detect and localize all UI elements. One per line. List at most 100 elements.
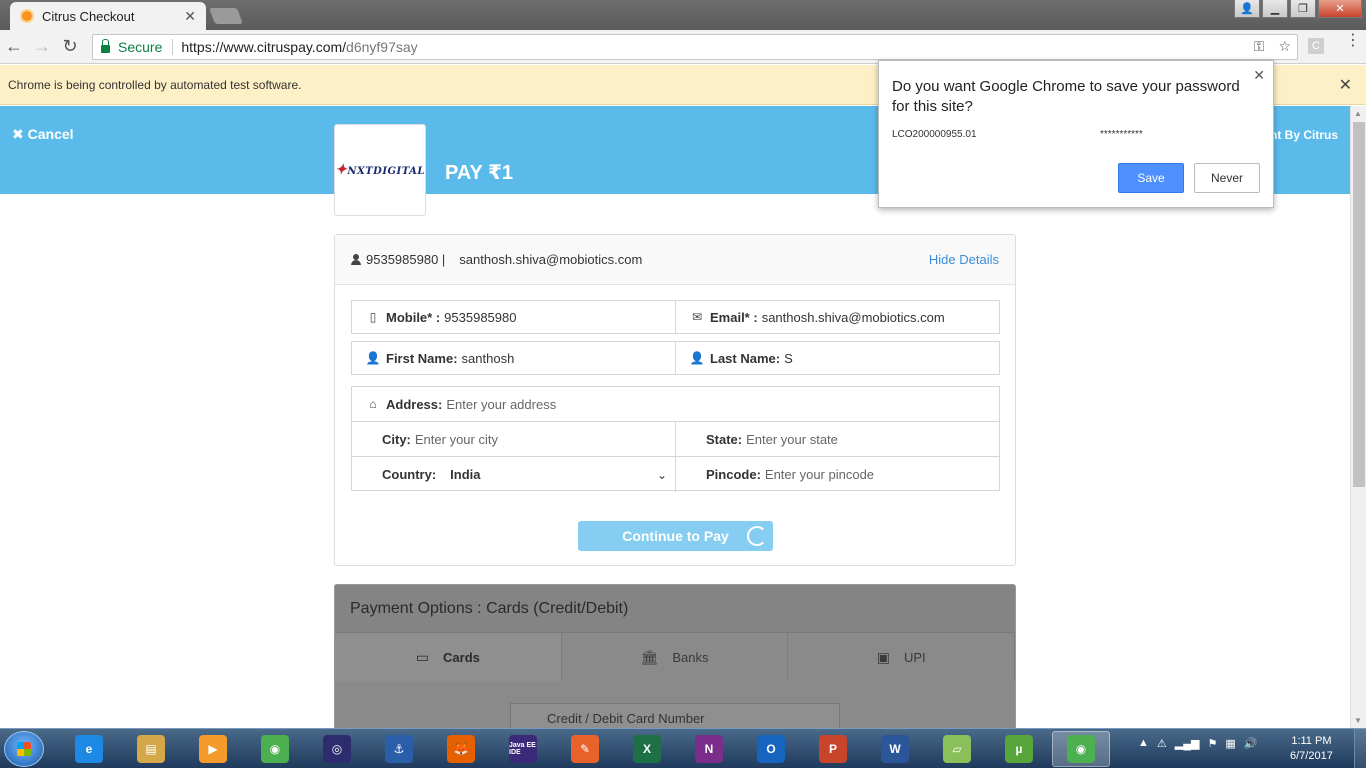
taskbar-app-icon[interactable]: ▱ xyxy=(928,731,986,767)
antivirus-icon[interactable]: ⚠ xyxy=(1157,737,1167,750)
taskbar-app-icon[interactable]: ✎ xyxy=(556,731,614,767)
signal-icon[interactable]: ▂▄▆ xyxy=(1175,737,1200,750)
pincode-field[interactable]: Pincode: Enter your pincode xyxy=(675,457,999,492)
secure-label: Secure xyxy=(118,39,163,55)
scroll-up-icon[interactable]: ▲ xyxy=(1354,109,1362,118)
page-scrollbar[interactable]: ▲ ▼ xyxy=(1350,106,1366,728)
user-icon: 👤 xyxy=(689,351,705,365)
taskbar-app-icon[interactable]: P xyxy=(804,731,862,767)
close-window-button[interactable]: ✕ xyxy=(1318,0,1362,18)
city-field[interactable]: City: Enter your city xyxy=(352,422,675,456)
hide-details-link[interactable]: Hide Details xyxy=(929,252,999,267)
email-value: santhosh.shiva@mobiotics.com xyxy=(761,309,945,325)
taskbar-app-glyph: ✎ xyxy=(571,735,599,763)
back-icon[interactable]: ← xyxy=(0,36,28,57)
upi-icon: ▣ xyxy=(876,648,890,665)
country-select[interactable]: Country: India ⌄ xyxy=(352,457,675,492)
continue-to-pay-button[interactable]: Continue to Pay xyxy=(578,521,773,551)
logo-text: ✦NXTDIGITAL xyxy=(335,162,425,178)
infobar-close-icon[interactable]: ✕ xyxy=(1339,75,1352,95)
taskbar-app-icon[interactable]: ◉ xyxy=(246,731,304,767)
logo-brand: NXTDIGITAL xyxy=(347,166,425,177)
email-field[interactable]: ✉ Email* : santhosh.shiva@mobiotics.com xyxy=(675,301,999,333)
payment-options-header: Payment Options : Cards (Credit/Debit) xyxy=(335,585,1015,633)
taskbar-app-icon[interactable]: W xyxy=(866,731,924,767)
card-number-placeholder: Credit / Debit Card Number xyxy=(547,710,705,726)
clock-time: 1:11 PM xyxy=(1291,735,1332,747)
bookmark-star-icon[interactable]: ☆ xyxy=(1278,38,1291,55)
save-password-question: Do you want Google Chrome to save your p… xyxy=(892,78,1240,115)
taskbar-app-icon[interactable]: Java EE IDE xyxy=(494,731,552,767)
taskbar-app-icon[interactable]: 🦊 xyxy=(432,731,490,767)
browser-tab[interactable]: Citrus Checkout ✕ xyxy=(10,2,206,30)
network-icon[interactable]: ▦ xyxy=(1225,737,1235,750)
state-field[interactable]: State: Enter your state xyxy=(675,422,999,456)
flag-icon[interactable]: ⚑ xyxy=(1207,737,1217,750)
scroll-down-icon[interactable]: ▼ xyxy=(1354,716,1362,725)
reload-icon[interactable]: ↻ xyxy=(56,36,84,57)
lock-icon xyxy=(101,39,110,53)
chevron-down-icon: ⌄ xyxy=(656,467,667,482)
minimize-button[interactable]: ▁ xyxy=(1262,0,1288,18)
address-block: ⌂ Address: Enter your address City: Ente… xyxy=(351,386,1000,492)
tab-cards[interactable]: ▭ Cards xyxy=(335,633,562,681)
tab-close-icon[interactable]: ✕ xyxy=(184,8,196,25)
card-number-input[interactable]: Credit / Debit Card Number xyxy=(510,703,840,728)
save-button[interactable]: Save xyxy=(1118,163,1184,193)
first-name-field[interactable]: 👤 First Name: santhosh xyxy=(352,342,675,374)
tab-cards-label: Cards xyxy=(443,649,480,665)
home-icon: ⌂ xyxy=(369,397,377,411)
email-head: santhosh.shiva@mobiotics.com xyxy=(459,252,643,267)
tab-upi[interactable]: ▣ UPI xyxy=(788,633,1016,681)
taskbar-app-icon[interactable]: X xyxy=(618,731,676,767)
new-tab-button[interactable] xyxy=(209,8,243,24)
country-pincode-row: Country: India ⌄ Pincode: Enter your pin… xyxy=(352,457,999,492)
never-button[interactable]: Never xyxy=(1194,163,1260,193)
taskbar-app-icon[interactable]: O xyxy=(742,731,800,767)
system-tray: ▲ ⚠ ▂▄▆ ⚑ ▦ 🔊 xyxy=(1138,737,1257,750)
maximize-button[interactable]: ❐ xyxy=(1290,0,1316,18)
mobile-icon: ▯ xyxy=(369,310,377,324)
close-icon[interactable]: ✕ xyxy=(1253,67,1265,84)
address-field[interactable]: ⌂ Address: Enter your address xyxy=(352,387,999,421)
taskbar-app-icon[interactable]: N xyxy=(680,731,738,767)
show-desktop-button[interactable] xyxy=(1354,729,1366,768)
saved-password: *********** xyxy=(1100,129,1143,140)
taskbar-clock[interactable]: 1:11 PM 6/7/2017 xyxy=(1290,734,1333,764)
merchant-logo: ✦NXTDIGITAL xyxy=(334,124,426,216)
infobar-text: Chrome is being controlled by automated … xyxy=(8,77,302,92)
taskbar-app-icon[interactable]: e xyxy=(60,731,118,767)
url-host: https://www.citruspay.com/ xyxy=(181,39,347,55)
key-icon[interactable]: ⚿ xyxy=(1254,38,1265,55)
menu-icon[interactable]: ⋮ xyxy=(1345,33,1361,49)
taskbar-app-icon[interactable]: ◉ xyxy=(1052,731,1110,767)
city-state-row: City: Enter your city State: Enter your … xyxy=(352,422,999,457)
city-placeholder: Enter your city xyxy=(414,431,498,447)
bank-icon: 🏛 xyxy=(640,648,659,665)
save-password-dialog: Do you want Google Chrome to save your p… xyxy=(878,60,1274,208)
taskbar-app-icon[interactable]: µ xyxy=(990,731,1048,767)
scroll-thumb[interactable] xyxy=(1353,122,1365,487)
volume-icon[interactable]: 🔊 xyxy=(1244,737,1258,750)
taskbar-app-glyph: ◎ xyxy=(323,735,351,763)
tab-banks[interactable]: 🏛 Banks xyxy=(562,633,789,681)
last-name-field[interactable]: 👤 Last Name: S xyxy=(675,342,999,374)
pincode-label: Pincode: xyxy=(706,467,761,482)
forward-icon[interactable]: → xyxy=(28,36,56,57)
user-icon[interactable]: 👤 xyxy=(1234,0,1260,18)
start-button[interactable] xyxy=(4,731,44,767)
tab-upi-label: UPI xyxy=(903,649,926,665)
mobile-field[interactable]: ▯ Mobile* : 9535985980 xyxy=(352,301,675,333)
taskbar-app-glyph: e xyxy=(75,735,103,763)
tray-arrow-icon[interactable]: ▲ xyxy=(1138,737,1149,750)
extension-icon[interactable]: C xyxy=(1308,38,1324,54)
taskbar-app-icon[interactable]: ⚓ xyxy=(370,731,428,767)
country-value: India xyxy=(450,467,481,482)
contact-row: ▯ Mobile* : 9535985980 ✉ Email* : santho… xyxy=(351,300,1000,334)
taskbar-app-icon[interactable]: ▤ xyxy=(122,731,180,767)
address-bar[interactable]: Secure https://www.citruspay.com/d6nyf97… xyxy=(92,34,1298,60)
address-placeholder: Enter your address xyxy=(446,396,557,412)
taskbar-app-icon[interactable]: ▶ xyxy=(184,731,242,767)
taskbar-app-icon[interactable]: ◎ xyxy=(308,731,366,767)
cancel-button[interactable]: ✖ Cancel xyxy=(12,126,74,143)
